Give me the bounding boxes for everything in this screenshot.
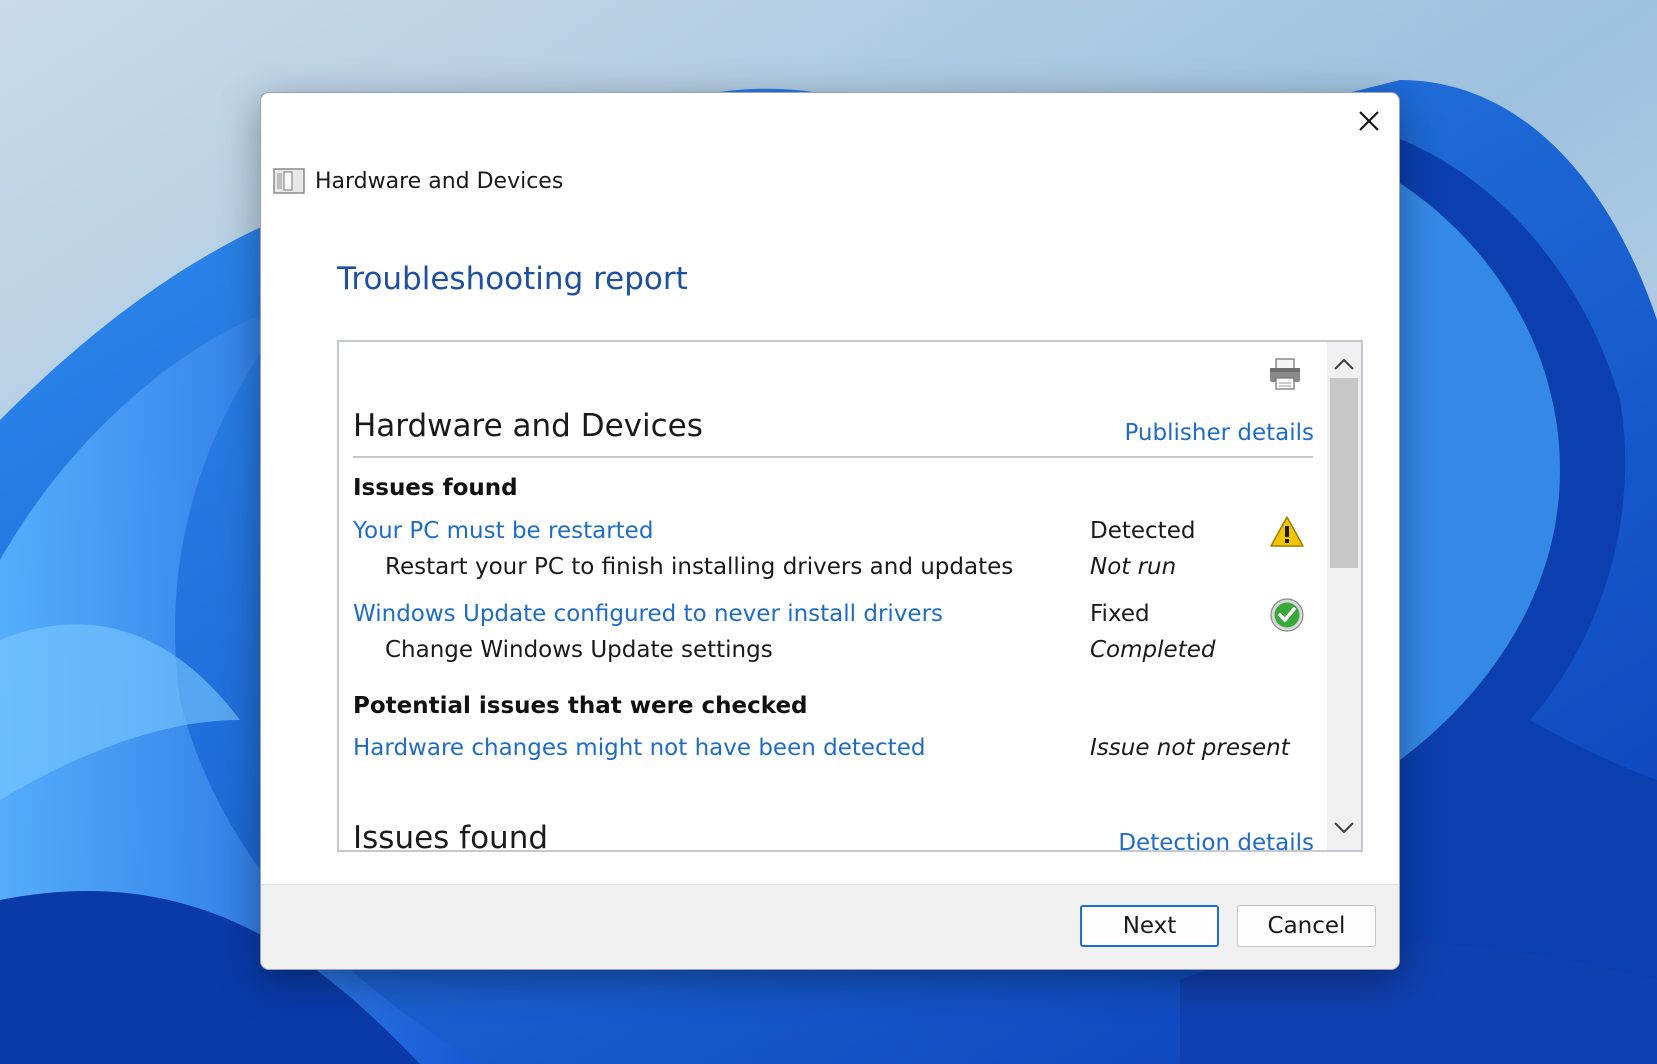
section-divider <box>353 456 1313 458</box>
report-panel: Hardware and Devices Publisher details I… <box>337 340 1363 852</box>
chevron-down-icon <box>1334 822 1354 834</box>
issue-action-restart: Restart your PC to finish installing dri… <box>385 554 1014 580</box>
issue-action-status-windows-update: Completed <box>1090 637 1216 663</box>
cancel-button[interactable]: Cancel <box>1237 905 1376 947</box>
scroll-up-button[interactable] <box>1327 346 1361 382</box>
issue-status-windows-update: Fixed <box>1090 601 1150 627</box>
close-icon <box>1359 111 1379 131</box>
chevron-up-icon <box>1334 358 1354 370</box>
report-scrollbar[interactable] <box>1327 342 1361 850</box>
issue-status-restart: Detected <box>1090 518 1196 544</box>
potential-link-hardware-changes[interactable]: Hardware changes might not have been det… <box>353 735 925 761</box>
issue-link-restart[interactable]: Your PC must be restarted <box>353 518 653 544</box>
issues-found-heading: Issues found <box>353 475 518 501</box>
scroll-down-button[interactable] <box>1327 810 1361 846</box>
potential-status-hardware-changes: Issue not present <box>1090 735 1290 761</box>
page-heading: Troubleshooting report <box>337 261 688 297</box>
next-section-title: Issues found <box>353 820 549 852</box>
window-title-row: Hardware and Devices <box>273 165 563 197</box>
troubleshooter-dialog: Hardware and Devices Troubleshooting rep… <box>260 92 1400 970</box>
warning-icon <box>1270 516 1304 547</box>
hardware-devices-icon <box>273 168 305 194</box>
issue-link-windows-update[interactable]: Windows Update configured to never insta… <box>353 601 943 627</box>
issue-action-status-restart: Not run <box>1090 554 1177 580</box>
printer-icon[interactable] <box>1267 356 1303 392</box>
issue-action-windows-update: Change Windows Update settings <box>385 637 773 663</box>
scroll-thumb[interactable] <box>1330 378 1358 568</box>
report-section-title: Hardware and Devices <box>353 408 703 444</box>
detection-details-link[interactable]: Detection details <box>1118 830 1314 850</box>
next-button[interactable]: Next <box>1080 905 1219 947</box>
potential-issues-heading: Potential issues that were checked <box>353 693 808 719</box>
window-title: Hardware and Devices <box>315 168 564 194</box>
check-icon <box>1270 598 1304 632</box>
dialog-footer: Next Cancel <box>261 884 1399 969</box>
close-button[interactable] <box>1339 93 1399 149</box>
publisher-details-link[interactable]: Publisher details <box>1124 420 1314 446</box>
